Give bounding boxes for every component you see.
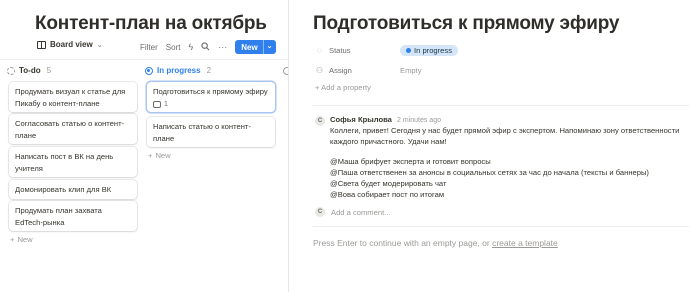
board-card[interactable]: Домонировать клип для ВК xyxy=(9,180,137,199)
board-view-switcher[interactable]: Board view ⌄ xyxy=(37,40,103,49)
toolbar-actions: Filter Sort ϟ ··· New ⌄ xyxy=(140,40,276,54)
add-comment-input[interactable]: Add a comment... xyxy=(331,208,391,217)
board-card[interactable]: Продумать визуал к статье для Пикабу о к… xyxy=(9,82,137,112)
empty-hint-text: Press Enter to continue with an empty pa… xyxy=(313,238,493,248)
property-name: ⚇ Assign xyxy=(315,66,400,75)
property-label: Assign xyxy=(329,65,352,75)
status-dot xyxy=(406,47,411,53)
add-card-label: New xyxy=(155,151,171,160)
status-icon: ◌ xyxy=(317,45,322,55)
card-title: Продумать визуал к статье для Пикабу о к… xyxy=(15,87,126,108)
column-name: To-do xyxy=(19,66,41,75)
people-icon: ⚇ xyxy=(315,65,324,75)
property-name: ◌ Status xyxy=(315,46,400,55)
comment-line: Коллеги, привет! Сегодня у нас будет пря… xyxy=(330,126,680,135)
lightning-icon[interactable]: ϟ xyxy=(188,42,193,52)
card-title: Написать пост в ВК на день учителя xyxy=(15,152,114,173)
card-title: Продумать план захвата EdTech-рынка xyxy=(15,206,102,227)
comment-icon xyxy=(153,100,161,108)
property-label: Status xyxy=(329,45,351,55)
comments-divider xyxy=(313,226,689,227)
page-title[interactable]: Подготовиться к прямому эфиру xyxy=(313,13,619,35)
avatar: С xyxy=(315,116,325,126)
comment-line: каждого причастного. Удачи нам! xyxy=(330,137,447,146)
plus-icon: + xyxy=(148,151,153,160)
status-badge[interactable]: In progress xyxy=(400,44,458,56)
card-title: Согласовать статью о контент-плане xyxy=(15,119,125,140)
comment-line: @Паша ответственен за анонсы в социальны… xyxy=(330,168,649,177)
column-count: 5 xyxy=(46,66,52,75)
add-card-button[interactable]: + New xyxy=(148,151,171,160)
property-status[interactable]: ◌ Status In progress xyxy=(315,44,458,56)
board-icon xyxy=(37,40,46,49)
comment-time: 2 minutes ago xyxy=(397,117,441,124)
comment-author: Софья Крылова xyxy=(330,115,392,124)
add-comment-row: С Add a comment... xyxy=(315,206,391,218)
column-header-in-progress[interactable]: In progress 2 xyxy=(145,63,275,78)
chevron-down-icon: ⌄ xyxy=(96,41,103,49)
board-card[interactable]: Написать статью о контент-плане xyxy=(147,117,275,147)
more-icon[interactable]: ··· xyxy=(218,42,227,52)
column-todo: To-do 5 Продумать визуал к статье для Пи… xyxy=(7,63,137,244)
filter-button[interactable]: Filter xyxy=(140,43,158,52)
search-icon[interactable] xyxy=(201,41,210,53)
comment-line: @Вова собирает пост по итогам xyxy=(330,190,445,199)
card-title: Подготовиться к прямому эфиру xyxy=(153,87,268,96)
toolbar-divider xyxy=(0,59,288,60)
add-property-button[interactable]: + Add a property xyxy=(315,83,371,92)
board-card-selected[interactable]: Подготовиться к прямому эфиру 1 xyxy=(147,82,275,112)
empty-page-hint: Press Enter to continue with an empty pa… xyxy=(313,238,558,248)
avatar: С xyxy=(315,207,325,217)
create-template-link[interactable]: create a template xyxy=(492,238,558,248)
card-comment-meta: 1 xyxy=(153,99,269,111)
comment-header: Софья Крылова 2 minutes ago xyxy=(330,115,441,124)
comment-line: @Маша брифует эксперта и готовит вопросы xyxy=(330,157,491,166)
comment-count: 1 xyxy=(164,100,168,108)
status-value: In progress xyxy=(414,45,452,55)
chevron-down-icon[interactable]: ⌄ xyxy=(262,40,276,54)
assign-value[interactable]: Empty xyxy=(400,66,422,75)
page-peek: Подготовиться к прямому эфиру ◌ Status I… xyxy=(289,0,700,292)
property-assign[interactable]: ⚇ Assign Empty xyxy=(315,64,422,76)
in-progress-status-icon xyxy=(145,66,153,75)
add-card-label: New xyxy=(17,235,33,244)
board-view-label: Board view xyxy=(50,40,93,49)
column-in-progress: In progress 2 Подготовиться к прямому эф… xyxy=(145,63,275,160)
column-name: In progress xyxy=(157,66,201,75)
todo-status-icon xyxy=(7,66,15,75)
card-title: Написать статью о контент-плане xyxy=(153,122,251,143)
board-card[interactable]: Продумать план захвата EdTech-рынка xyxy=(9,201,137,231)
plus-icon: + xyxy=(10,235,15,244)
properties-divider xyxy=(313,105,689,106)
card-title: Домонировать клип для ВК xyxy=(15,185,112,194)
board-card[interactable]: Написать пост в ВК на день учителя xyxy=(9,147,137,177)
add-card-button[interactable]: + New xyxy=(10,235,33,244)
new-button-label: New xyxy=(241,42,258,52)
board-title: Контент-план на октябрь xyxy=(35,13,267,34)
column-header-todo[interactable]: To-do 5 xyxy=(7,63,137,78)
sort-button[interactable]: Sort xyxy=(166,43,181,52)
board-card[interactable]: Согласовать статью о контент-плане xyxy=(9,114,137,144)
column-count: 2 xyxy=(206,66,212,75)
new-button[interactable]: New ⌄ xyxy=(235,40,276,54)
board-toolbar: Board view ⌄ Filter Sort ϟ ··· New ⌄ xyxy=(0,40,288,56)
board-pane: Контент-план на октябрь Board view ⌄ Fil… xyxy=(0,0,288,292)
comment-line: @Света будет модерировать чат xyxy=(330,179,447,188)
add-property-label: Add a property xyxy=(321,83,371,92)
